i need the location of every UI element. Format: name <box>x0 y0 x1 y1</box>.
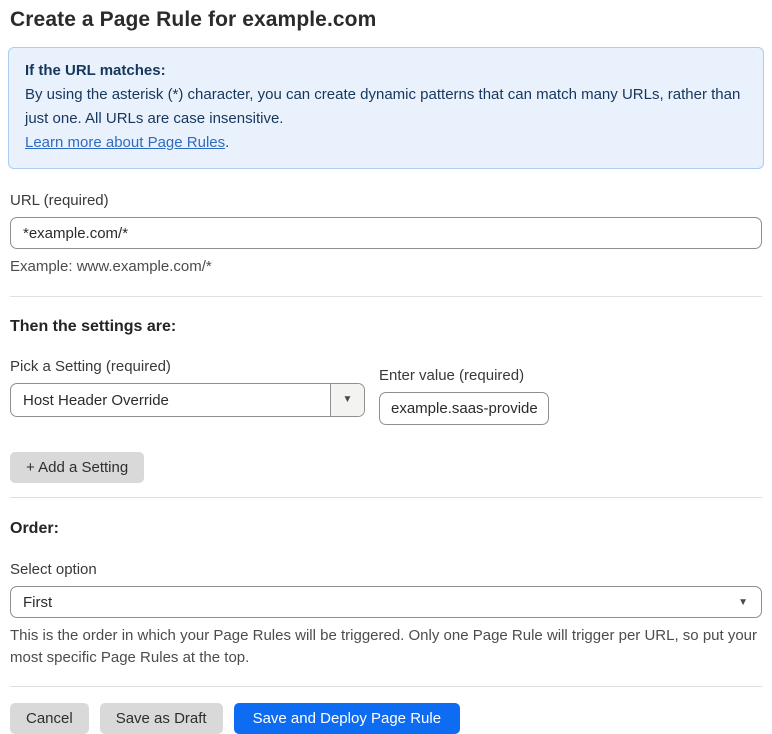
order-select[interactable]: First ▼ <box>10 586 762 618</box>
create-page-rule-form: Create a Page Rule for example.com If th… <box>0 0 772 734</box>
order-select-value: First <box>23 593 53 611</box>
divider <box>10 686 762 687</box>
learn-more-link[interactable]: Learn more about Page Rules <box>25 134 225 151</box>
url-input[interactable] <box>10 217 762 249</box>
url-match-info-box: If the URL matches: By using the asteris… <box>8 47 764 169</box>
settings-row: Pick a Setting (required) Host Header Ov… <box>10 358 762 425</box>
setting-dropdown-value: Host Header Override <box>23 391 169 409</box>
page-title: Create a Page Rule for example.com <box>10 8 377 31</box>
save-draft-button[interactable]: Save as Draft <box>99 703 223 734</box>
divider <box>10 497 762 498</box>
add-setting-button[interactable]: + Add a Setting <box>10 452 145 483</box>
divider <box>10 296 762 297</box>
info-box-link-line: Learn more about Page Rules. <box>25 131 747 155</box>
setting-value-column: Enter value (required) <box>379 367 549 425</box>
link-period: . <box>225 134 230 151</box>
order-section-heading: Order: <box>10 520 59 537</box>
setting-value-input[interactable] <box>379 392 549 425</box>
info-box-heading: If the URL matches: <box>25 62 166 79</box>
order-helper-text: This is the order in which your Page Rul… <box>10 627 758 666</box>
chevron-down-icon: ▼ <box>342 394 353 405</box>
footer-actions: Cancel Save as Draft Save and Deploy Pag… <box>10 703 762 734</box>
chevron-down-icon: ▼ <box>738 597 748 608</box>
save-deploy-button[interactable]: Save and Deploy Page Rule <box>233 703 461 734</box>
setting-dropdown[interactable]: Host Header Override ▼ <box>10 383 365 417</box>
url-field-label: URL (required) <box>10 192 109 209</box>
info-box-body: By using the asterisk (*) character, you… <box>25 86 741 127</box>
order-select-label: Select option <box>10 561 97 578</box>
setting-value-label: Enter value (required) <box>379 367 525 384</box>
settings-section-heading: Then the settings are: <box>10 318 177 335</box>
setting-picker-column: Pick a Setting (required) Host Header Ov… <box>10 358 365 417</box>
url-example-helper: Example: www.example.com/* <box>10 258 212 275</box>
setting-picker-label: Pick a Setting (required) <box>10 358 171 375</box>
setting-dropdown-button[interactable]: ▼ <box>330 384 364 416</box>
cancel-button[interactable]: Cancel <box>10 703 89 734</box>
